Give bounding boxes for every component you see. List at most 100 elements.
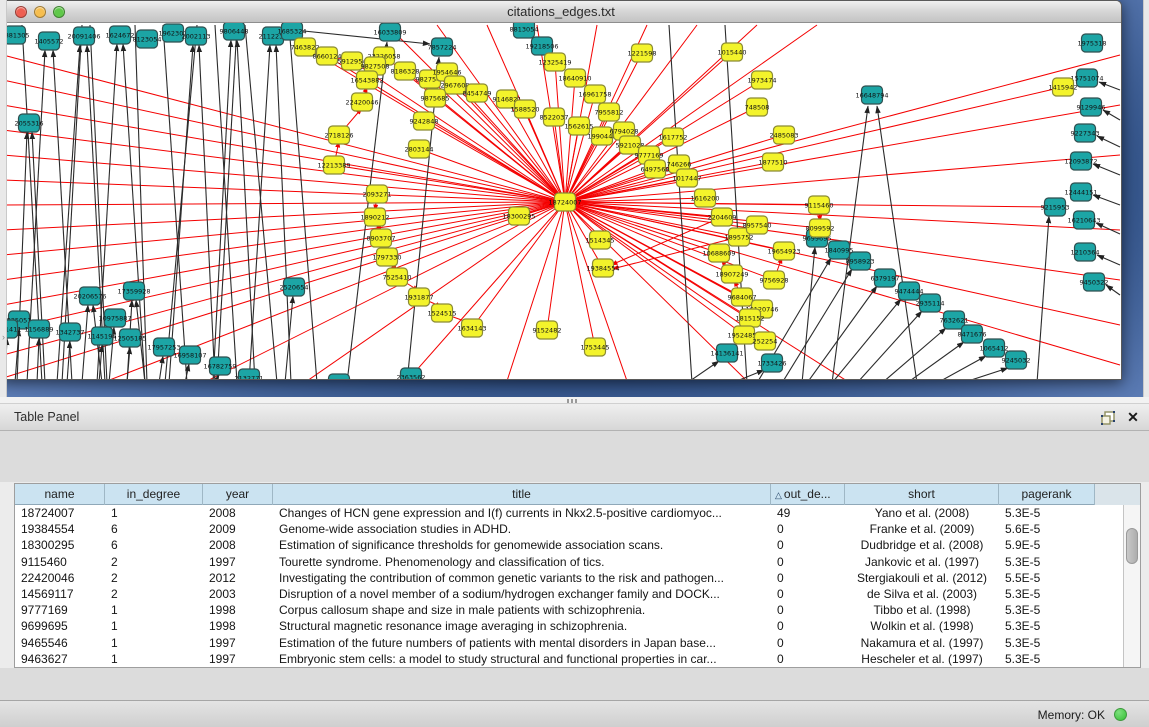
cell-pagerank[interactable]: 5.3E-5	[999, 554, 1095, 570]
cell-name[interactable]: 9777169	[15, 602, 105, 618]
cell-year[interactable]: 2008	[203, 537, 273, 553]
network-node[interactable]: 8903707	[367, 229, 396, 247]
cell-year[interactable]: 1997	[203, 635, 273, 651]
network-node[interactable]: 20091406	[67, 27, 100, 45]
cell-title[interactable]: Investigating the contribution of common…	[273, 570, 771, 586]
network-node[interactable]: 2093271	[363, 185, 392, 203]
cell-name[interactable]: 22420046	[15, 570, 105, 586]
network-canvas-svg[interactable]: 1881305140557220091406162467281230541962…	[1, 23, 1121, 379]
zoom-window-icon[interactable]	[53, 6, 65, 18]
cell-short[interactable]: Stergiakouli et al. (2012)	[845, 570, 999, 586]
cell-out-de-[interactable]: 0	[771, 570, 845, 586]
network-node[interactable]: 1616200	[691, 189, 720, 207]
cell-out-de-[interactable]: 0	[771, 586, 845, 602]
network-node[interactable]: 9875685	[421, 89, 450, 107]
cell-title[interactable]: Disruption of a novel member of a sodium…	[273, 586, 771, 602]
network-node[interactable]: 1973474	[748, 71, 777, 89]
network-node[interactable]: 9215953	[1041, 198, 1070, 216]
cell-year[interactable]: 1997	[203, 651, 273, 667]
network-node[interactable]: 8813054	[510, 23, 539, 38]
cell-short[interactable]: Tibbo et al. (1998)	[845, 602, 999, 618]
network-node[interactable]: 9115460	[805, 196, 834, 214]
node-table[interactable]: namein_degreeyeartitle△out_de...shortpag…	[14, 483, 1141, 668]
cell-pagerank[interactable]: 5.3E-5	[999, 635, 1095, 651]
network-node[interactable]: 1342737	[56, 323, 85, 341]
network-node[interactable]: 9756928	[760, 271, 789, 289]
close-panel-icon[interactable]: ✕	[1125, 408, 1141, 426]
cell-title[interactable]: Embryonic stem cells: a model to study s…	[273, 651, 771, 667]
network-node[interactable]: 1145194	[88, 327, 117, 345]
cell-pagerank[interactable]: 5.3E-5	[999, 618, 1095, 634]
scrollbar-thumb[interactable]	[1126, 528, 1138, 564]
column-header-out-de-[interactable]: △out_de...	[771, 484, 845, 505]
network-node[interactable]: 1156889	[25, 320, 54, 338]
cell-name[interactable]: 19384554	[15, 521, 105, 537]
cell-pagerank[interactable]: 5.3E-5	[999, 602, 1095, 618]
cell-title[interactable]: Tourette syndrome. Phenomenology and cla…	[273, 554, 771, 570]
cell-name[interactable]: 14569117	[15, 586, 105, 602]
network-node[interactable]: 1617752	[659, 128, 688, 146]
network-node[interactable]: 2520654	[280, 278, 309, 296]
cell-out-de-[interactable]: 0	[771, 618, 845, 634]
network-node[interactable]: 16782759	[203, 357, 236, 375]
network-node[interactable]: 16648794	[855, 86, 888, 104]
network-node[interactable]: 9806448	[220, 23, 249, 40]
cell-year[interactable]: 2012	[203, 570, 273, 586]
cell-name[interactable]: 18724007	[15, 505, 105, 521]
cell-name[interactable]: 9463627	[15, 651, 105, 667]
network-node[interactable]: 2204609	[708, 208, 737, 226]
cell-out-de-[interactable]: 0	[771, 554, 845, 570]
cell-in-degree[interactable]: 2	[105, 570, 203, 586]
network-node[interactable]: 12444151	[1064, 183, 1097, 201]
network-node[interactable]: 9242848	[410, 112, 439, 130]
network-node[interactable]: 19218506	[525, 37, 558, 55]
network-node[interactable]: 6379197	[871, 269, 900, 287]
cell-short[interactable]: Hescheler et al. (1997)	[845, 651, 999, 667]
network-node[interactable]: 1405572	[35, 32, 64, 50]
cell-out-de-[interactable]: 0	[771, 602, 845, 618]
table-row[interactable]: 911546021997Tourette syndrome. Phenomeno…	[15, 554, 1124, 570]
network-node[interactable]: 16210643	[1067, 211, 1100, 229]
cell-out-de-[interactable]: 0	[771, 635, 845, 651]
network-node[interactable]: 2718126	[325, 126, 354, 144]
cell-in-degree[interactable]: 1	[105, 602, 203, 618]
network-node[interactable]: 1221598	[628, 44, 657, 62]
cell-in-degree[interactable]: 6	[105, 537, 203, 553]
column-header-in-degree[interactable]: in_degree	[105, 484, 203, 505]
network-node[interactable]: 1890212	[361, 208, 390, 226]
network-canvas[interactable]: 1881305140557220091406162467281230541962…	[1, 23, 1121, 379]
cell-year[interactable]: 2008	[203, 505, 273, 521]
cell-short[interactable]: Dudbridge et al. (2008)	[845, 537, 999, 553]
table-row[interactable]: 1456911722003Disruption of a novel membe…	[15, 586, 1124, 602]
column-header-year[interactable]: year	[203, 484, 273, 505]
cell-in-degree[interactable]: 2	[105, 586, 203, 602]
network-node[interactable]: 9731233	[325, 374, 354, 379]
network-node[interactable]: 1931877	[405, 288, 434, 306]
table-row[interactable]: 969969511998Structural magnetic resonanc…	[15, 618, 1124, 634]
column-header-name[interactable]: name	[15, 484, 105, 505]
cell-title[interactable]: Corpus callosum shape and size in male p…	[273, 602, 771, 618]
network-node[interactable]: 8957540	[743, 216, 772, 234]
network-node[interactable]: 9245032	[1002, 351, 1031, 369]
network-node[interactable]: 22420046	[345, 93, 378, 111]
network-node[interactable]: 2935114	[916, 294, 945, 312]
cell-short[interactable]: Franke et al. (2009)	[845, 521, 999, 537]
cell-out-de-[interactable]: 0	[771, 651, 845, 667]
network-node[interactable]: 8471676	[958, 325, 987, 343]
network-node[interactable]: 1065412	[980, 339, 1009, 357]
network-node[interactable]: 1797330	[373, 248, 402, 266]
column-header-title[interactable]: title	[273, 484, 771, 505]
network-node[interactable]: 8454749	[463, 84, 492, 102]
table-row[interactable]: 1830029562008Estimation of significance …	[15, 537, 1124, 553]
network-node[interactable]: 1624672	[106, 26, 135, 44]
window-titlebar[interactable]: citations_edges.txt	[1, 1, 1121, 23]
network-node[interactable]: 7955812	[595, 103, 624, 121]
cell-pagerank[interactable]: 5.3E-5	[999, 586, 1095, 602]
network-node[interactable]: 7857224	[428, 38, 457, 56]
cell-title[interactable]: Genome-wide association studies in ADHD.	[273, 521, 771, 537]
cell-in-degree[interactable]: 1	[105, 651, 203, 667]
network-node[interactable]: 10688609	[702, 244, 735, 262]
panel-collapse-chevron-icon[interactable]: ›	[0, 331, 7, 343]
cell-in-degree[interactable]: 1	[105, 505, 203, 521]
cell-pagerank[interactable]: 5.5E-5	[999, 570, 1095, 586]
